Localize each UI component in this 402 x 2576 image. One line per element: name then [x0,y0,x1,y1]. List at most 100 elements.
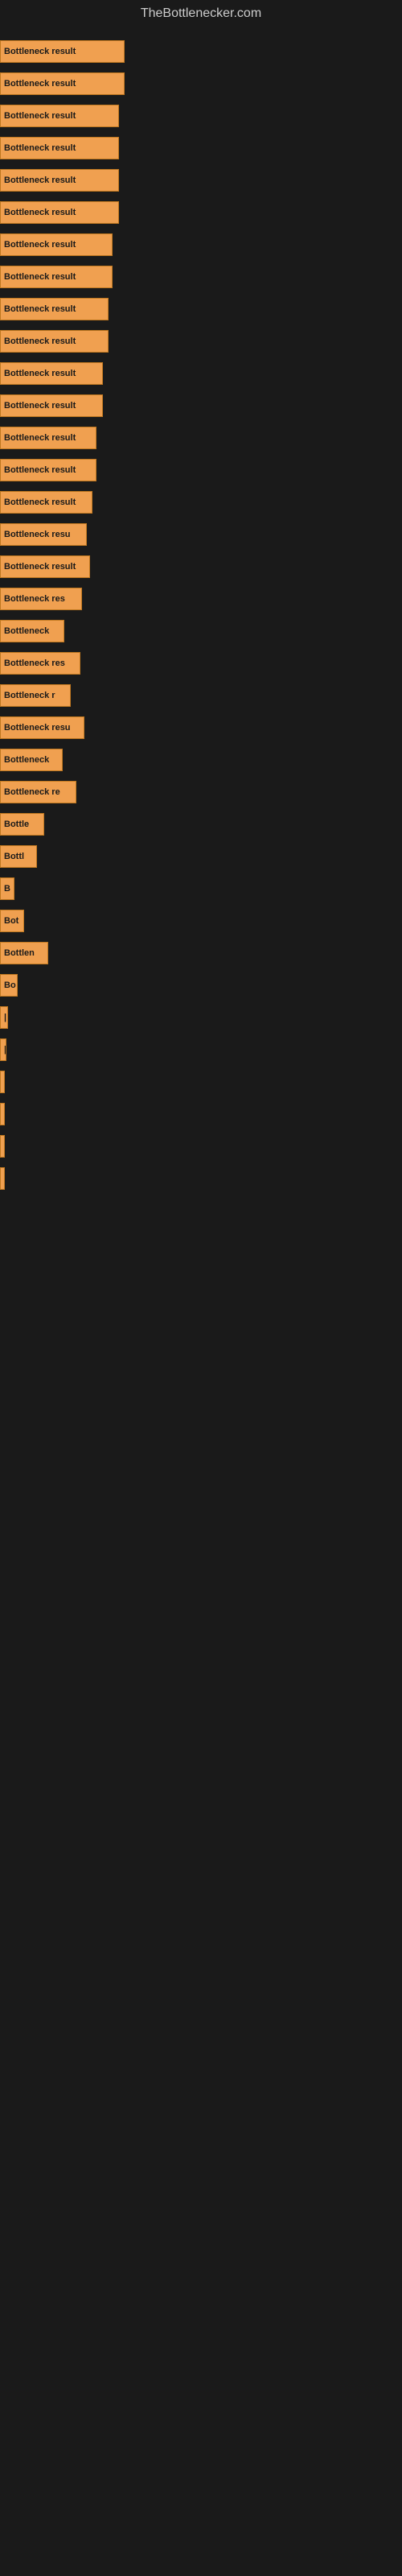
bars-container: Bottleneck result Bottleneck result Bottle… [0,27,402,1203]
bar-row: | [0,1001,402,1034]
bar-label: Bottleneck result [4,304,76,314]
bar-label: Bottle [4,819,29,829]
bar-row: Bottleneck result [0,261,402,293]
bar-label: Bottleneck result [4,369,76,378]
result-bar: Bottleneck res [0,652,80,675]
bar-label: Bottleneck [4,755,49,765]
bar-label: Bottleneck result [4,433,76,443]
bar-label: Bottl [4,852,24,861]
result-bar: Bottleneck r [0,684,71,707]
result-bar: B [0,877,14,900]
result-bar: Bottleneck result [0,72,125,95]
result-bar: Bottleneck result [0,427,96,449]
bar-label: Bottleneck result [4,336,76,346]
result-bar: Bo [0,974,18,997]
bar-label: Bottleneck result [4,272,76,282]
result-bar [0,1167,5,1190]
bar-label: Bottleneck result [4,47,76,56]
bar-label: Bottleneck resu [4,530,71,539]
result-bar: Bottle [0,813,44,836]
bar-row: Bottleneck result [0,551,402,583]
result-bar: Bottleneck result [0,555,90,578]
result-bar [0,1135,5,1158]
result-bar: | [0,1038,6,1061]
bar-row: Bottleneck result [0,100,402,132]
bar-label: Bottleneck result [4,175,76,185]
bar-row: Bottle [0,808,402,840]
result-bar: Bottleneck result [0,201,119,224]
result-bar: Bottleneck result [0,40,125,63]
bar-row: Bottleneck result [0,357,402,390]
bar-row: Bottleneck result [0,454,402,486]
site-title: TheBottlenecker.com [0,0,402,27]
bar-label: | [4,1013,6,1022]
bar-row: Bottleneck result [0,390,402,422]
result-bar [0,1103,5,1125]
bar-row: Bottleneck result [0,422,402,454]
bar-row: Bottleneck result [0,164,402,196]
result-bar: Bottl [0,845,37,868]
bar-label: Bottleneck resu [4,723,71,733]
bar-label: Bottleneck res [4,658,65,668]
result-bar: Bottleneck result [0,394,103,417]
bar-row: Bottleneck result [0,486,402,518]
result-bar: Bottleneck result [0,330,109,353]
bar-row: Bot [0,905,402,937]
bar-label: Bottleneck result [4,79,76,89]
bar-label: Bottleneck result [4,111,76,121]
bar-label: Bo [4,980,16,990]
bar-row: Bottl [0,840,402,873]
result-bar: Bottleneck resu [0,716,84,739]
bar-row: | [0,1034,402,1066]
bar-row [0,1066,402,1098]
bar-label: Bottleneck result [4,208,76,217]
bar-row: Bottleneck resu [0,712,402,744]
bar-row: Bottleneck res [0,583,402,615]
result-bar: Bottleneck result [0,233,113,256]
result-bar: Bottleneck result [0,169,119,192]
result-bar: Bottleneck result [0,362,103,385]
bar-label: Bottleneck result [4,401,76,411]
bar-row [0,1162,402,1195]
bar-row: Bottleneck [0,615,402,647]
bar-label: Bottlen [4,948,35,958]
bar-label: Bottleneck result [4,465,76,475]
bar-label: Bottleneck r [4,691,55,700]
result-bar: Bot [0,910,24,932]
bar-label: B [4,884,10,894]
bar-label: Bottleneck re [4,787,60,797]
bar-row: Bottleneck result [0,68,402,100]
bar-row: Bottleneck [0,744,402,776]
bar-row: Bo [0,969,402,1001]
result-bar: Bottleneck [0,749,63,771]
result-bar: Bottlen [0,942,48,964]
bar-row: Bottleneck result [0,132,402,164]
result-bar: Bottleneck [0,620,64,642]
result-bar: Bottleneck result [0,266,113,288]
result-bar: Bottleneck result [0,298,109,320]
bar-row: Bottleneck result [0,325,402,357]
bar-row: Bottleneck re [0,776,402,808]
bar-row [0,1130,402,1162]
result-bar: Bottleneck resu [0,523,87,546]
result-bar: Bottleneck result [0,137,119,159]
bar-row: Bottleneck resu [0,518,402,551]
bar-row: Bottlen [0,937,402,969]
bar-row: Bottleneck result [0,229,402,261]
bar-label: Bottleneck result [4,562,76,572]
bar-label: Bottleneck result [4,240,76,250]
result-bar: Bottleneck result [0,105,119,127]
bar-label: Bottleneck res [4,594,65,604]
result-bar: | [0,1006,8,1029]
result-bar: Bottleneck re [0,781,76,803]
bar-label: Bot [4,916,18,926]
bar-row [0,1098,402,1130]
bar-row: Bottleneck result [0,196,402,229]
bar-row: Bottleneck res [0,647,402,679]
bar-label: Bottleneck result [4,143,76,153]
bar-row: B [0,873,402,905]
result-bar: Bottleneck result [0,459,96,481]
bar-row: Bottleneck result [0,35,402,68]
result-bar [0,1071,5,1093]
result-bar: Bottleneck res [0,588,82,610]
